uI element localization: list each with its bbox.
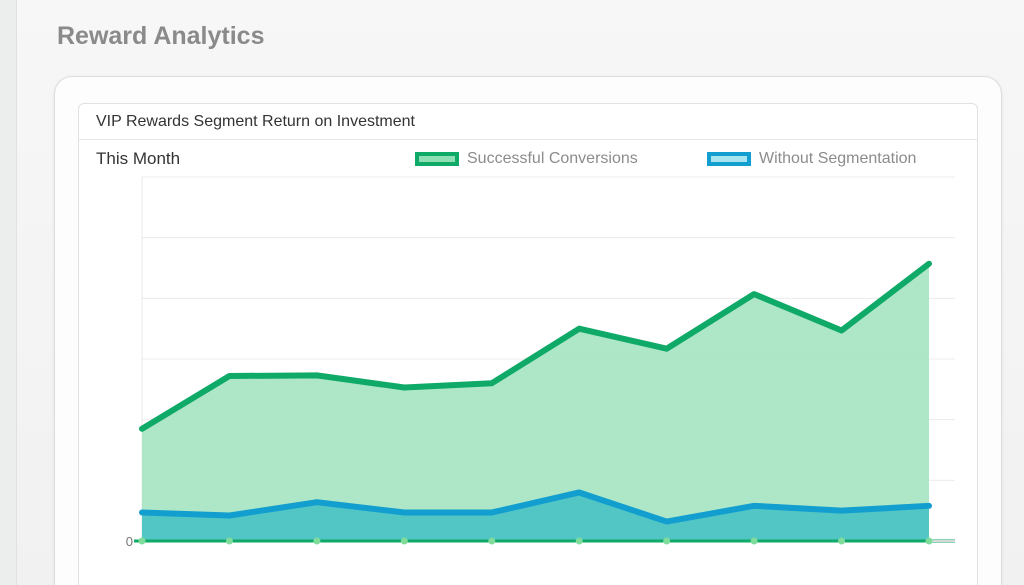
x-tick-dot	[750, 537, 758, 545]
x-tick-dot	[400, 537, 408, 545]
area-chart: 0	[126, 176, 955, 549]
x-tick-dot	[488, 537, 496, 545]
x-tick-dot	[925, 537, 933, 545]
x-tick-dot	[225, 537, 233, 545]
y-tick-label: 0	[126, 534, 133, 549]
x-tick-dot	[313, 537, 321, 545]
analytics-page: Reward Analytics VIP Rewards Segment Ret…	[0, 0, 1024, 585]
chart-panel: VIP Rewards Segment Return on Investment…	[78, 103, 978, 585]
left-rail	[0, 0, 17, 585]
x-tick-dot	[575, 537, 583, 545]
page-title: Reward Analytics	[57, 22, 265, 50]
x-tick-dot	[663, 537, 671, 545]
x-tick-dot	[138, 537, 146, 545]
x-tick-dot	[838, 537, 846, 545]
